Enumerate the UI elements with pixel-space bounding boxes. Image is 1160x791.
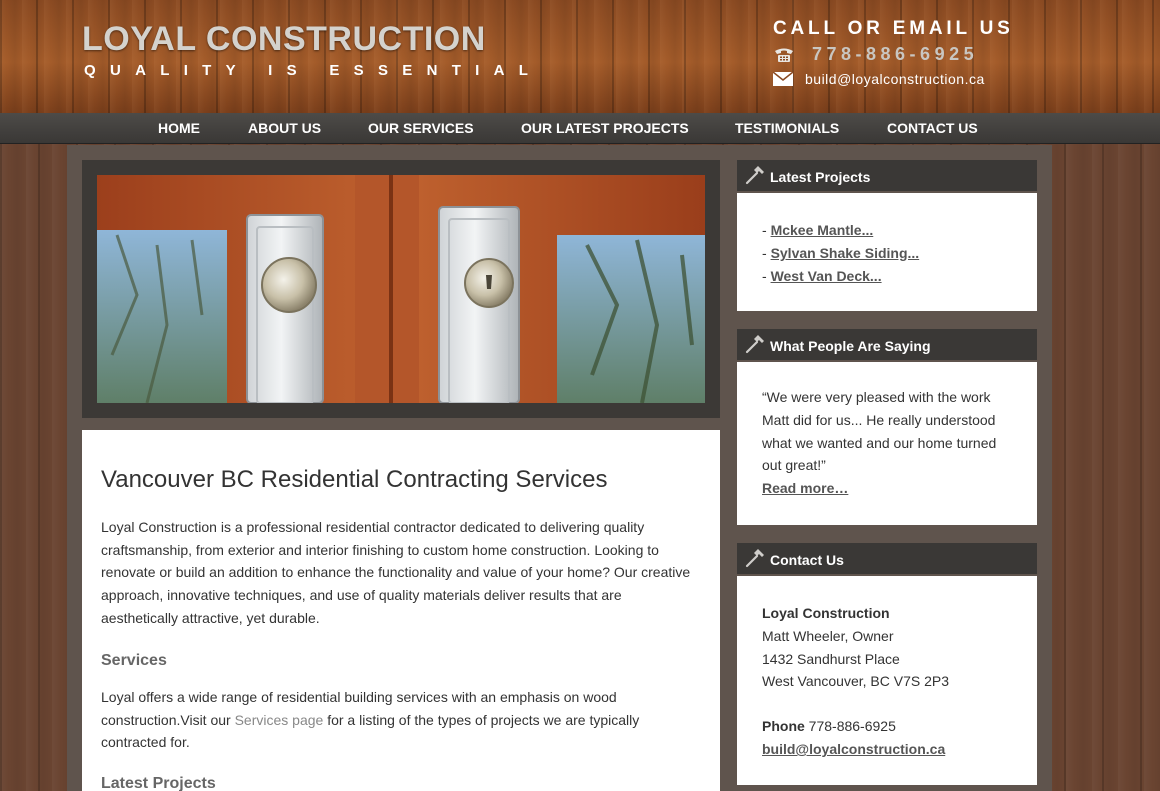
contact-phone-line: Phone 778-886-6925 bbox=[762, 715, 949, 738]
list-item: - Mckee Mantle... bbox=[762, 222, 874, 238]
contact-phone-label: Phone bbox=[762, 718, 805, 735]
services-heading: Services bbox=[101, 652, 167, 669]
phone-icon bbox=[775, 48, 793, 62]
testimonials-widget-header: What People Are Saying bbox=[737, 329, 1037, 360]
latest-projects-widget-header: Latest Projects bbox=[737, 160, 1037, 191]
contact-details: Loyal Construction Matt Wheeler, Owner 1… bbox=[762, 602, 949, 761]
hammer-icon bbox=[745, 549, 764, 568]
header-phone: 778-886-6925 bbox=[773, 44, 978, 65]
header-phone-number[interactable]: 778-886-6925 bbox=[812, 44, 978, 65]
nav-contact-us[interactable]: CONTACT US bbox=[887, 120, 978, 136]
contact-widget-title: Contact Us bbox=[770, 552, 844, 568]
contact-owner: Matt Wheeler, Owner bbox=[762, 627, 894, 644]
hammer-icon bbox=[745, 166, 764, 185]
read-more-link[interactable]: Read more… bbox=[762, 480, 848, 496]
hero-image-door-handles bbox=[97, 175, 705, 403]
nav-testimonials[interactable]: TESTIMONIALS bbox=[735, 120, 839, 136]
header-email-address[interactable]: build@loyalconstruction.ca bbox=[805, 71, 985, 87]
project-link-sylvan-shake-siding[interactable]: Sylvan Shake Siding... bbox=[771, 245, 920, 261]
contact-company: Loyal Construction bbox=[762, 605, 890, 621]
list-item: - Sylvan Shake Siding... bbox=[762, 244, 920, 261]
intro-paragraph: Loyal Construction is a professional res… bbox=[101, 519, 691, 626]
nav-about-us[interactable]: ABOUT US bbox=[248, 120, 321, 136]
page-title: Vancouver BC Residential Contracting Ser… bbox=[101, 466, 608, 493]
services-paragraph: Loyal offers a wide range of residential… bbox=[101, 686, 701, 754]
latest-projects-widget-title: Latest Projects bbox=[770, 169, 871, 185]
services-page-link[interactable]: Services page bbox=[235, 712, 324, 728]
testimonials-widget: “We were very pleased with the work Matt… bbox=[737, 362, 1037, 525]
door-handles-illustration bbox=[97, 175, 705, 403]
site-header: LOYAL CONSTRUCTION QUALITY IS ESSENTIAL … bbox=[0, 0, 1160, 113]
header-email: build@loyalconstruction.ca bbox=[773, 71, 985, 87]
latest-projects-list: - Mckee Mantle... - Sylvan Shake Siding.… bbox=[762, 219, 919, 287]
nav-latest-projects[interactable]: OUR LATEST PROJECTS bbox=[521, 120, 689, 136]
testimonial-quote: “We were very pleased with the work Matt… bbox=[762, 389, 997, 474]
logo-title[interactable]: LOYAL CONSTRUCTION bbox=[82, 20, 486, 59]
contact-widget: Loyal Construction Matt Wheeler, Owner 1… bbox=[737, 576, 1037, 785]
call-or-email-heading: CALL OR EMAIL US bbox=[773, 18, 1014, 39]
latest-projects-widget: - Mckee Mantle... - Sylvan Shake Siding.… bbox=[737, 193, 1037, 311]
project-link-west-van-deck[interactable]: West Van Deck... bbox=[771, 268, 882, 284]
contact-email-link[interactable]: build@loyalconstruction.ca bbox=[762, 741, 945, 757]
envelope-icon bbox=[773, 72, 793, 86]
main-navigation: HOME ABOUT US OUR SERVICES OUR LATEST PR… bbox=[0, 113, 1160, 144]
contact-phone[interactable]: 778-886-6925 bbox=[809, 718, 896, 734]
logo-tagline: QUALITY IS ESSENTIAL bbox=[84, 62, 543, 79]
list-item: - West Van Deck... bbox=[762, 267, 882, 284]
contact-city: West Vancouver, BC V7S 2P3 bbox=[762, 673, 950, 690]
contact-street: 1432 Sandhurst Place bbox=[762, 650, 900, 667]
nav-home[interactable]: HOME bbox=[158, 120, 200, 136]
main-content: Vancouver BC Residential Contracting Ser… bbox=[82, 430, 720, 791]
hammer-icon bbox=[745, 335, 764, 354]
testimonials-widget-title: What People Are Saying bbox=[770, 338, 931, 354]
project-link-mckee-mantle[interactable]: Mckee Mantle... bbox=[771, 222, 874, 238]
nav-our-services[interactable]: OUR SERVICES bbox=[368, 120, 474, 136]
contact-widget-header: Contact Us bbox=[737, 543, 1037, 574]
latest-projects-heading: Latest Projects bbox=[101, 775, 216, 791]
